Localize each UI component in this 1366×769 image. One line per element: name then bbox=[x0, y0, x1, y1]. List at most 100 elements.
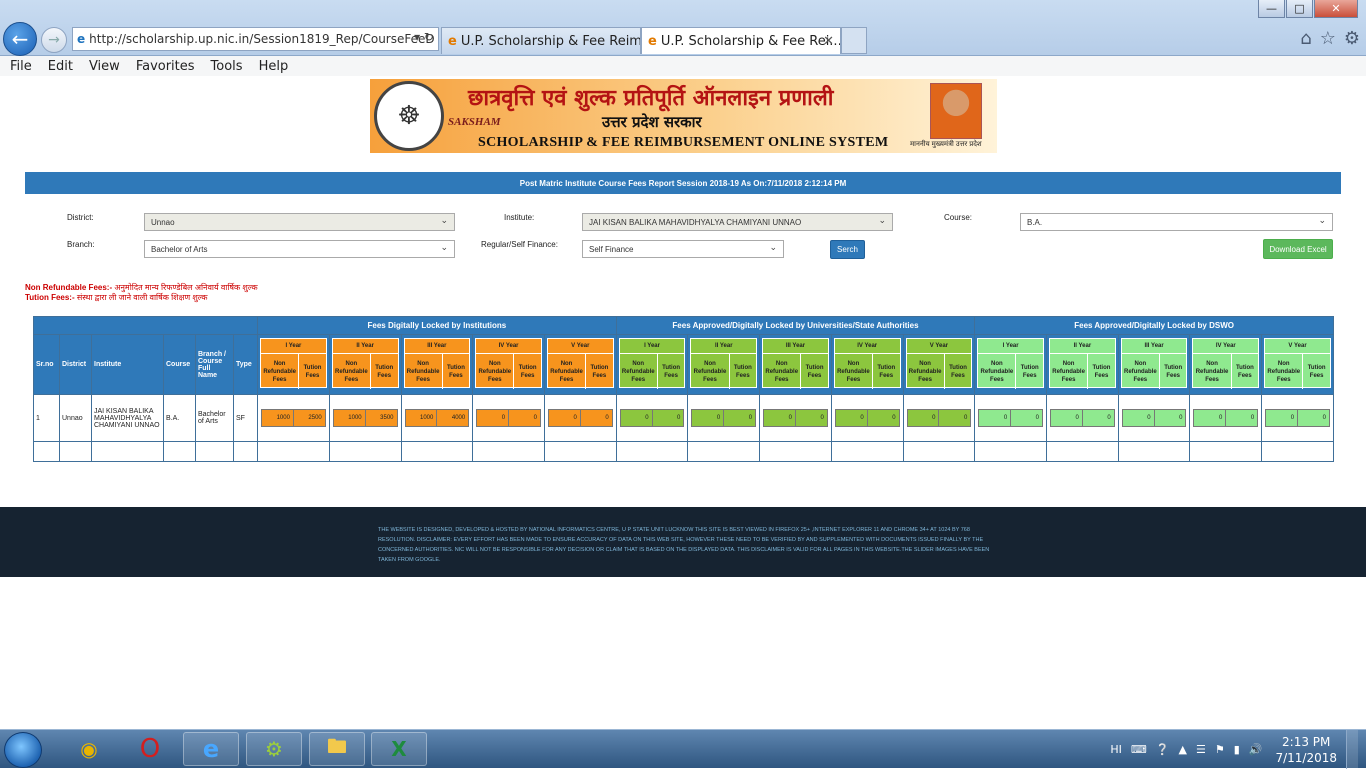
close-tab-icon[interactable]: ✕ bbox=[823, 34, 834, 49]
year-subheaders: Non Refundable Fees Tution Fees bbox=[1265, 353, 1330, 389]
dswo-year-header-3: III Year Non Refundable Fees Tution Fees bbox=[1117, 334, 1191, 395]
finance-select[interactable]: Self Finance ⌄ bbox=[582, 240, 784, 258]
file-explorer-icon[interactable]: 🖿 bbox=[309, 732, 365, 766]
year-subheaders: Non Refundable Fees Tution Fees bbox=[834, 353, 900, 389]
new-tab-button[interactable] bbox=[841, 27, 867, 54]
year-box: III Year Non Refundable Fees Tution Fees bbox=[403, 338, 471, 389]
fee-values: 00 bbox=[691, 409, 757, 427]
empty-cell bbox=[163, 441, 196, 462]
fee-values: 00 bbox=[547, 409, 613, 427]
year-box: IV Year Non Refundable Fees Tution Fees bbox=[475, 338, 542, 389]
address-controls[interactable]: ▾ ↻ bbox=[414, 30, 434, 44]
footer-disclaimer: THE WEBSITE IS DESIGNED, DEVELOPED & HOS… bbox=[378, 527, 990, 563]
favorites-star-icon[interactable]: ☆ bbox=[1320, 28, 1336, 49]
tuition-fee-value: 0 bbox=[677, 415, 681, 421]
menu-view[interactable]: View bbox=[89, 59, 127, 74]
forward-button[interactable]: → bbox=[41, 27, 67, 53]
flag-icon[interactable]: ⚑ bbox=[1215, 743, 1225, 756]
windows-taskbar: ◉ O e ⚙ 🖿 X HI ⌨ ❔ ▲ ☰ ⚑ ▮ 🔊 2:13 PM 7/1… bbox=[0, 729, 1366, 769]
group-header-institutions: Fees Digitally Locked by Institutions bbox=[257, 316, 617, 335]
clock[interactable]: 2:13 PM 7/11/2018 bbox=[1275, 734, 1337, 766]
menu-help[interactable]: Help bbox=[259, 59, 296, 74]
nonrefundable-fee-value: 0 bbox=[1266, 410, 1299, 426]
fee-values: 00 bbox=[763, 409, 828, 427]
keyboard-icon[interactable]: ⌨ bbox=[1131, 743, 1147, 756]
empty-cell bbox=[1117, 441, 1191, 462]
group-header-universities: Fees Approved/Digitally Locked by Univer… bbox=[615, 316, 976, 335]
internet-explorer-icon[interactable]: e bbox=[183, 732, 239, 766]
menu-edit[interactable]: Edit bbox=[48, 59, 80, 74]
year-title: V Year bbox=[929, 343, 949, 349]
banner-english-title: SCHOLARSHIP & FEE REIMBURSEMENT ONLINE S… bbox=[478, 135, 889, 150]
year-title: V Year bbox=[571, 343, 590, 349]
close-window-button[interactable]: ✕ bbox=[1314, 0, 1358, 18]
maximize-button[interactable]: □ bbox=[1286, 0, 1313, 18]
nonrefundable-fee-value: 0 bbox=[1123, 410, 1155, 426]
year-title: I Year bbox=[285, 343, 302, 349]
menu-file[interactable]: File bbox=[10, 59, 39, 74]
system-tray: HI ⌨ ❔ ▲ ☰ ⚑ ▮ 🔊 2:13 PM 7/11/2018 bbox=[1110, 730, 1366, 769]
sub-tuition: Tution Fees bbox=[805, 364, 824, 379]
tuition-fee-value: 4000 bbox=[451, 415, 466, 421]
district-select[interactable]: Unnao ⌄ bbox=[144, 213, 455, 231]
excel-icon[interactable]: X bbox=[371, 732, 427, 766]
minimize-button[interactable]: — bbox=[1258, 0, 1285, 18]
empty-cell bbox=[687, 441, 761, 462]
menu-bar: File Edit View Favorites Tools Help bbox=[0, 56, 1366, 76]
show-desktop-button[interactable] bbox=[1346, 730, 1358, 769]
year-title: I Year bbox=[1002, 343, 1019, 349]
chevron-down-icon: ⌄ bbox=[440, 216, 448, 226]
volume-icon[interactable]: 🔊 bbox=[1249, 743, 1263, 756]
cell-type: SF bbox=[232, 394, 259, 442]
note-tuition-text: संस्था द्वारा ली जाने वाली वार्षिक शिक्ष… bbox=[76, 293, 208, 302]
tab-scholarship-1[interactable]: e U.P. Scholarship & Fee Reimbu... bbox=[441, 27, 641, 54]
course-select[interactable]: B.A. ⌄ bbox=[1020, 213, 1333, 231]
institute-label: Institute: bbox=[504, 213, 535, 222]
back-button[interactable]: ← bbox=[3, 22, 37, 56]
inst-year-header-4: IV Year Non Refundable Fees Tution Fees bbox=[472, 334, 545, 395]
year-title: II Year bbox=[356, 343, 374, 349]
address-bar[interactable]: e http://scholarship.up.nic.in/Session18… bbox=[72, 27, 439, 51]
language-indicator[interactable]: HI bbox=[1110, 743, 1122, 756]
tray-arrow-icon[interactable]: ▲ bbox=[1178, 743, 1186, 756]
institute-value: JAI KISAN BALIKA MAHAVIDHYALYA CHAMIYANI… bbox=[589, 217, 802, 227]
download-excel-button[interactable]: Download Excel bbox=[1263, 239, 1333, 259]
empty-cell bbox=[543, 441, 617, 462]
tab-scholarship-2[interactable]: e U.P. Scholarship & Fee Rei... ✕ bbox=[641, 27, 841, 54]
network-icon[interactable]: ☰ bbox=[1196, 743, 1206, 756]
empty-cell bbox=[33, 441, 60, 462]
sub-nonrefundable: Non Refundable Fees bbox=[1122, 354, 1160, 389]
branch-select[interactable]: Bachelor of Arts ⌄ bbox=[144, 240, 455, 258]
empty-cell bbox=[902, 441, 976, 462]
tuition-fee-value: 0 bbox=[892, 415, 896, 421]
help-icon[interactable]: ❔ bbox=[1156, 743, 1170, 756]
settings-gear-icon[interactable]: ⚙ bbox=[1344, 28, 1360, 49]
start-button[interactable] bbox=[4, 732, 42, 768]
banner-saksham: SAKSHAM bbox=[448, 116, 501, 128]
setup-icon[interactable]: ⚙ bbox=[246, 732, 302, 766]
empty-cell bbox=[759, 441, 832, 462]
fee-values: 00 bbox=[978, 409, 1044, 427]
fee-values: 1000 2500 bbox=[261, 409, 326, 427]
finance-label: Regular/Self Finance: bbox=[481, 240, 558, 249]
chevron-down-icon: ⌄ bbox=[878, 216, 886, 226]
address-url[interactable]: http://scholarship.up.nic.in/Session1819… bbox=[89, 32, 435, 46]
inst-fee-cell-1: 1000 2500 bbox=[257, 394, 330, 442]
opera-icon[interactable]: O bbox=[122, 732, 178, 766]
year-title: IV Year bbox=[857, 343, 878, 349]
chrome-icon[interactable]: ◉ bbox=[61, 732, 117, 766]
menu-tools[interactable]: Tools bbox=[211, 59, 250, 74]
tab-title: U.P. Scholarship & Fee Rei... bbox=[660, 33, 841, 49]
signal-icon[interactable]: ▮ bbox=[1234, 743, 1240, 756]
institute-select[interactable]: JAI KISAN BALIKA MAHAVIDHYALYA CHAMIYANI… bbox=[582, 213, 893, 231]
cm-caption: माननीय मुख्यमंत्री उत्तर प्रदेश bbox=[910, 141, 982, 148]
home-icon[interactable]: ⌂ bbox=[1300, 28, 1311, 49]
fee-values: 00 bbox=[476, 409, 541, 427]
sub-nonrefundable: Non Refundable Fees bbox=[1265, 354, 1304, 389]
menu-favorites[interactable]: Favorites bbox=[136, 59, 202, 74]
search-button[interactable]: Serch bbox=[830, 240, 865, 259]
tuition-fee-value: 0 bbox=[1322, 415, 1326, 421]
year-subheaders: Non Refundable Fees Tution Fees bbox=[691, 353, 757, 389]
year-box: IV Year Non Refundable Fees Tution Fees bbox=[833, 338, 901, 389]
tuition-fee-value: 2500 bbox=[308, 415, 322, 421]
